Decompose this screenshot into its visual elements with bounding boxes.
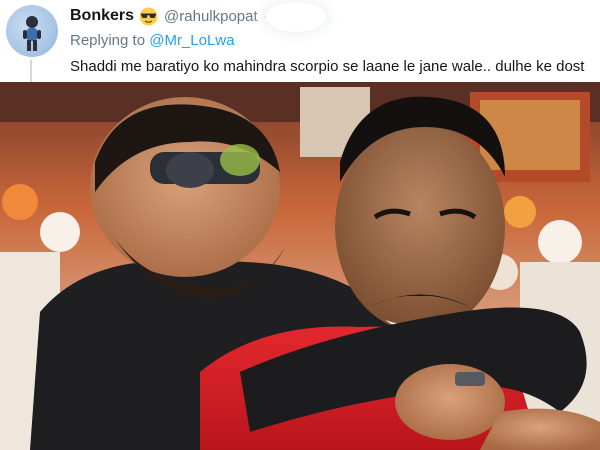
avatar-figure-icon <box>23 16 41 51</box>
tweet-header: Bonkers @rahulkpopat · Replying to @Mr_L… <box>0 0 600 82</box>
tweet-photo[interactable] <box>0 82 600 450</box>
thread-line <box>30 60 32 82</box>
redacted-timestamp <box>266 2 326 32</box>
tweet-text: Shaddi me baratiyo ko mahindra scorpio s… <box>70 58 585 75</box>
replying-to-label: Replying to <box>70 32 146 49</box>
avatar[interactable] <box>6 5 58 57</box>
reply-handle-link[interactable]: @Mr_LoLwa <box>149 32 234 49</box>
sunglasses-emoji-icon <box>139 7 158 26</box>
author-handle[interactable]: @rahulkpopat <box>164 8 258 25</box>
replying-to: Replying to @Mr_LoLwa <box>70 32 234 49</box>
author-row: Bonkers @rahulkpopat · <box>70 5 268 27</box>
photo-illustration <box>0 82 600 450</box>
author-display-name[interactable]: Bonkers <box>70 7 134 25</box>
